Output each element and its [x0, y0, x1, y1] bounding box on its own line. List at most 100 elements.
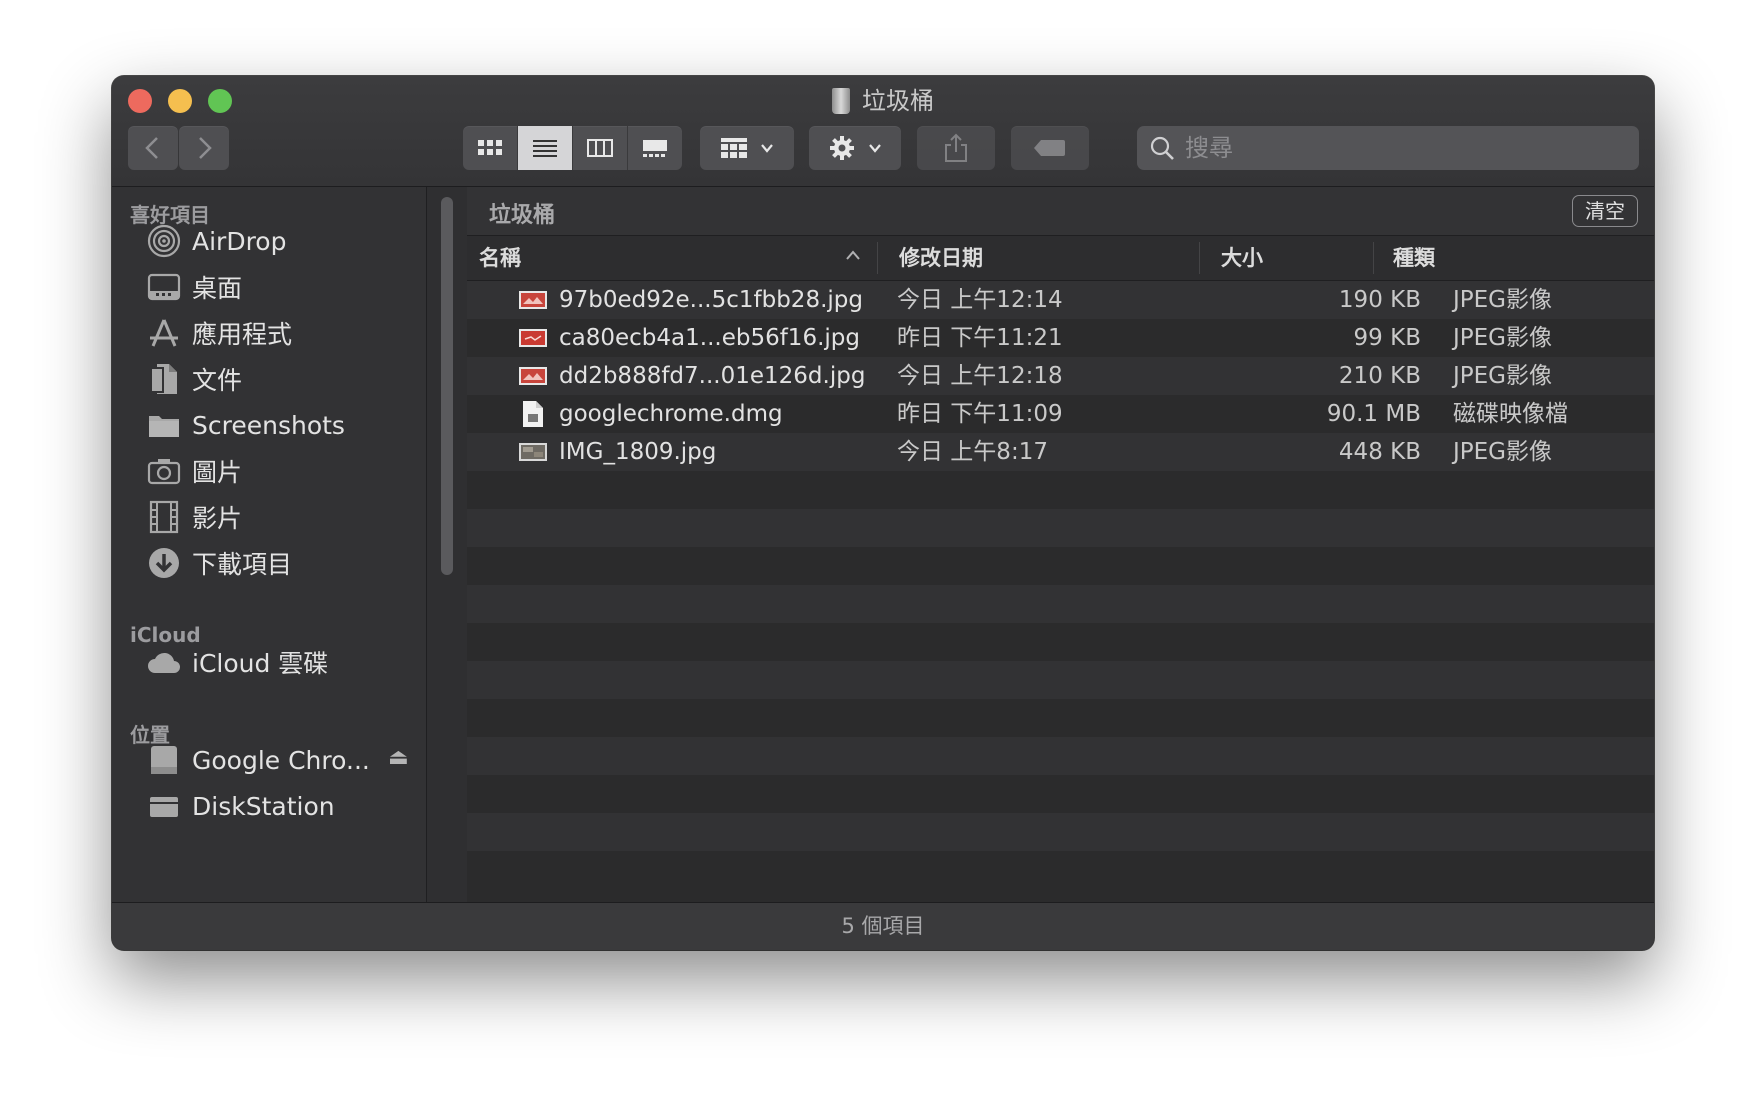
file-size: 448 KB: [1338, 439, 1421, 465]
empty-row: [467, 737, 1654, 775]
table-row[interactable]: 97b0ed92e...5c1fbb28.jpg 今日 上午12:14 190 …: [467, 281, 1654, 319]
search-input[interactable]: [1183, 133, 1607, 163]
column-kind[interactable]: 種類: [1393, 236, 1435, 280]
group-by-button[interactable]: [700, 126, 794, 170]
jpeg-icon: [519, 291, 547, 309]
file-list-area: 垃圾桶 清空 名稱 修改日期 大小 種類 97b0ed92e...5c1fbb2…: [467, 187, 1654, 902]
table-row[interactable]: dd2b888fd7...01e126d.jpg 今日 上午12:18 210 …: [467, 357, 1654, 395]
column-view-button[interactable]: [573, 126, 628, 170]
file-kind: JPEG影像: [1453, 287, 1553, 313]
chevron-left-icon: [145, 137, 158, 159]
empty-row: [467, 851, 1654, 889]
chevron-down-icon: [761, 144, 773, 153]
sidebar-item-applications[interactable]: 應用程式: [146, 310, 416, 356]
file-name: googlechrome.dmg: [559, 401, 783, 427]
sidebar-item-label: AirDrop: [192, 226, 287, 256]
gear-icon: [830, 136, 854, 160]
sidebar-item-label: Google Chro...: [192, 745, 370, 775]
tags-button[interactable]: [1011, 126, 1089, 170]
cloud-icon: [146, 644, 182, 680]
icon-view-button[interactable]: [463, 126, 518, 170]
sidebar-item-screenshots[interactable]: Screenshots: [146, 402, 416, 448]
column-divider[interactable]: [1199, 242, 1200, 274]
sidebar-item-pictures[interactable]: 圖片: [146, 448, 416, 494]
column-date-modified[interactable]: 修改日期: [899, 236, 983, 280]
file-size: 99 KB: [1353, 325, 1421, 351]
action-menu-button[interactable]: [809, 126, 901, 170]
dmg-file-icon: [523, 401, 543, 427]
chevron-right-icon: [199, 137, 212, 159]
sidebar-item-label: 影片: [192, 504, 243, 533]
photo-thumbnail-icon: [519, 443, 547, 461]
empty-row: [467, 471, 1654, 509]
empty-row: [467, 813, 1654, 851]
file-date: 今日 上午8:17: [897, 439, 1048, 465]
sidebar-item-diskstation[interactable]: DiskStation: [146, 783, 416, 829]
file-date: 昨日 下午11:09: [897, 401, 1063, 427]
jpeg-icon: [519, 329, 547, 347]
file-size: 190 KB: [1338, 287, 1421, 313]
sidebar-item-label: Screenshots: [192, 410, 345, 440]
chevron-down-icon: [869, 144, 881, 153]
table-row[interactable]: ca80ecb4a1...eb56f16.jpg 昨日 下午11:21 99 K…: [467, 319, 1654, 357]
sidebar-item-downloads[interactable]: 下載項目: [146, 540, 416, 586]
sidebar-item-movies[interactable]: 影片: [146, 494, 416, 540]
sidebar-item-label: 圖片: [192, 458, 243, 487]
gallery-view-button[interactable]: [628, 126, 682, 170]
applications-icon: [146, 315, 182, 351]
table-row[interactable]: IMG_1809.jpg 今日 上午8:17 448 KB JPEG影像: [467, 433, 1654, 471]
gallery-icon: [643, 140, 667, 157]
list-icon: [533, 140, 557, 157]
table-row[interactable]: googlechrome.dmg 昨日 下午11:09 90.1 MB 磁碟映像…: [467, 395, 1654, 433]
group-grid-icon: [721, 138, 747, 158]
status-bar: 5 個項目: [112, 902, 1654, 950]
jpeg-icon: [519, 367, 547, 385]
empty-row: [467, 661, 1654, 699]
column-name[interactable]: 名稱: [479, 236, 521, 280]
file-kind: 磁碟映像檔: [1453, 401, 1568, 427]
column-divider[interactable]: [1373, 242, 1374, 274]
sidebar-item-icloud-drive[interactable]: iCloud 雲碟: [146, 639, 416, 685]
sidebar-item-label: iCloud 雲碟: [192, 649, 329, 678]
eject-icon[interactable]: ⏏: [388, 745, 409, 770]
empty-row: [467, 699, 1654, 737]
column-size[interactable]: 大小: [1221, 236, 1263, 280]
file-date: 昨日 下午11:21: [897, 325, 1063, 351]
sidebar-item-documents[interactable]: 文件: [146, 356, 416, 402]
sidebar-item-desktop[interactable]: 桌面: [146, 264, 416, 310]
file-name: 97b0ed92e...5c1fbb28.jpg: [559, 287, 863, 313]
sidebar-item-airdrop[interactable]: AirDrop: [146, 218, 416, 264]
file-name: dd2b888fd7...01e126d.jpg: [559, 363, 866, 389]
sidebar-scrollbar[interactable]: [426, 187, 468, 902]
column-divider[interactable]: [877, 242, 878, 274]
file-kind: JPEG影像: [1453, 363, 1553, 389]
list-view-button[interactable]: [518, 126, 573, 170]
film-icon: [146, 499, 182, 535]
file-date: 今日 上午12:14: [897, 287, 1063, 313]
back-button[interactable]: [128, 126, 178, 170]
empty-trash-button[interactable]: 清空: [1572, 195, 1638, 227]
file-size: 90.1 MB: [1326, 401, 1421, 427]
sidebar-scroll-thumb[interactable]: [441, 197, 453, 575]
airdrop-icon: [146, 223, 182, 259]
forward-button[interactable]: [179, 126, 229, 170]
disk-icon: [146, 742, 182, 778]
sidebar-item-label: 文件: [192, 366, 243, 395]
file-name: ca80ecb4a1...eb56f16.jpg: [559, 325, 860, 351]
file-name: IMG_1809.jpg: [559, 439, 717, 465]
desktop-icon: [146, 269, 182, 305]
file-kind: JPEG影像: [1453, 325, 1553, 351]
sidebar-item-label: DiskStation: [192, 791, 335, 821]
window-title: 垃圾桶: [112, 84, 1654, 118]
file-date: 今日 上午12:18: [897, 363, 1063, 389]
trash-icon: [832, 88, 850, 114]
file-rows: 97b0ed92e...5c1fbb28.jpg 今日 上午12:14 190 …: [467, 281, 1654, 889]
column-header: 名稱 修改日期 大小 種類: [467, 236, 1654, 281]
camera-icon: [146, 453, 182, 489]
finder-window: 垃圾桶 搜尋 喜好項目 AirDrop 桌面 應用程式 文件 Screensho…: [112, 76, 1654, 950]
sidebar-item-google-chrome-disk[interactable]: Google Chro...: [146, 737, 416, 783]
sidebar-item-label: 桌面: [192, 274, 243, 303]
search-icon: [1150, 136, 1174, 160]
search-field[interactable]: [1137, 126, 1639, 170]
share-button[interactable]: [917, 126, 995, 170]
